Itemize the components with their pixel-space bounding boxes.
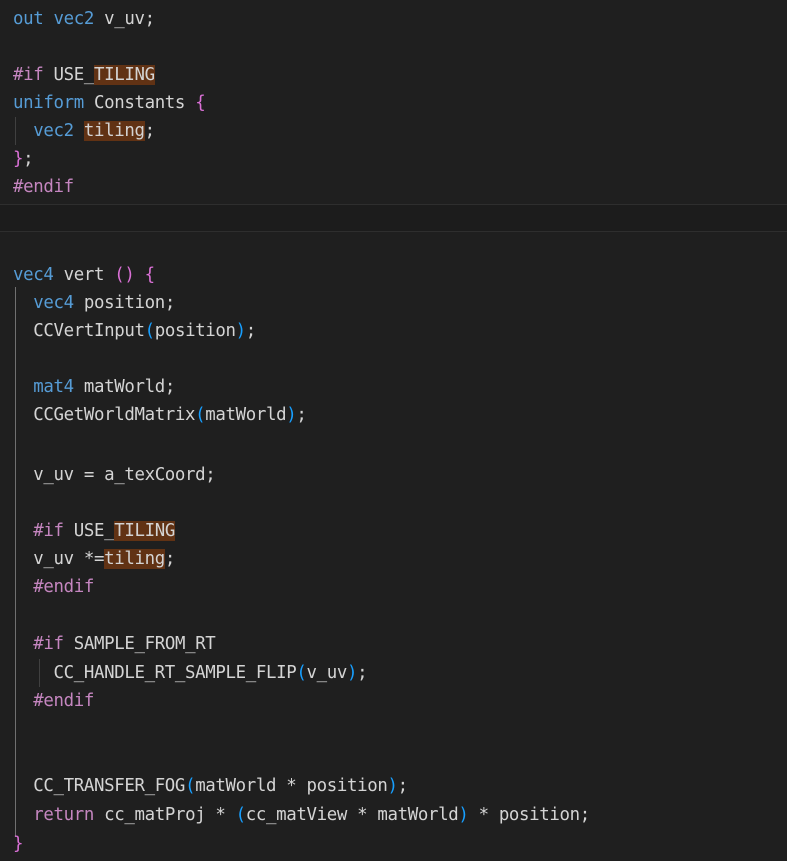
argument: position	[154, 321, 236, 341]
paren-open: (	[296, 663, 307, 683]
parens: ()	[114, 265, 135, 285]
var-v-uv: v_uv;	[104, 9, 155, 29]
argument: v_uv	[306, 663, 348, 683]
code-line-10[interactable]: vec4 position;	[13, 289, 175, 317]
type-vec2: vec2	[33, 121, 74, 141]
type-mat4: mat4	[33, 377, 74, 397]
brace-open: {	[195, 93, 206, 113]
search-highlight: tiling	[104, 549, 165, 569]
divider-bottom	[0, 231, 787, 232]
paren-close: )	[235, 321, 246, 341]
var-position: position;	[83, 293, 175, 313]
semicolon: ;	[245, 321, 256, 341]
code-line-5[interactable]: vec2 tiling;	[13, 117, 155, 145]
keyword-out: out	[13, 9, 44, 29]
semicolon: ;	[296, 405, 307, 425]
directive-endif: #endif	[33, 691, 94, 711]
code-line-23[interactable]: CC_HANDLE_RT_SAMPLE_FLIP(v_uv);	[13, 659, 367, 687]
directive-if: #if	[33, 521, 64, 541]
call-cc-transfer-fog: CC_TRANSFER_FOG	[33, 776, 186, 796]
code-line-18[interactable]: #if USE_TILING	[13, 517, 175, 545]
keyword-uniform: uniform	[13, 93, 84, 113]
code-line-7[interactable]: #endif	[13, 173, 74, 201]
expression-inner: cc_matView * matWorld	[245, 805, 459, 825]
keyword-return: return	[33, 805, 94, 825]
code-line-1[interactable]: out vec2 v_uv;	[13, 5, 155, 33]
brace-close: }	[13, 149, 24, 169]
semicolon: ;	[357, 663, 368, 683]
search-highlight: TILING	[114, 521, 175, 541]
paren-close: )	[387, 776, 398, 796]
search-highlight: TILING	[93, 65, 155, 85]
code-line-6[interactable]: };	[13, 145, 34, 173]
call-ccvertinput: CCVertInput	[33, 321, 145, 341]
search-highlight: tiling	[83, 121, 145, 141]
semicolon: ;	[397, 776, 408, 796]
call-ccgetworldmatrix: CCGetWorldMatrix	[33, 405, 196, 425]
code-line-11[interactable]: CCVertInput(position);	[13, 317, 256, 345]
code-line-29[interactable]: }	[13, 830, 23, 858]
function-name: vert	[63, 265, 105, 285]
code-line-22[interactable]: #if SAMPLE_FROM_RT	[13, 630, 216, 658]
code-editor[interactable]: out vec2 v_uv; #if USE_TILING uniform Co…	[0, 0, 787, 861]
paren-open: (	[235, 805, 246, 825]
semicolon: ;	[23, 149, 34, 169]
type-vec4: vec4	[33, 293, 74, 313]
type-vec2: vec2	[53, 9, 95, 29]
directive-if: #if	[33, 634, 64, 654]
call-cc-handle-rt-sample-flip: CC_HANDLE_RT_SAMPLE_FLIP	[53, 663, 297, 683]
code-line-19[interactable]: v_uv *=tiling;	[13, 545, 175, 573]
code-line-9[interactable]: vec4 vert () {	[13, 261, 155, 289]
paren-close: )	[286, 405, 297, 425]
paren-open: (	[144, 321, 155, 341]
directive-endif: #endif	[33, 577, 94, 597]
code-line-16[interactable]: v_uv = a_texCoord;	[13, 461, 216, 489]
paren-close: )	[458, 805, 469, 825]
macro-name: SAMPLE_FROM_RT	[73, 634, 216, 654]
expression-right: * position;	[468, 805, 591, 825]
var-matworld: matWorld;	[83, 377, 175, 397]
divider-top	[0, 204, 787, 205]
brace-open: {	[144, 265, 155, 285]
directive-endif: #endif	[13, 177, 74, 197]
code-line-3[interactable]: #if USE_TILING	[13, 61, 155, 89]
expression-left: cc_matProj *	[104, 805, 236, 825]
assignment: v_uv = a_texCoord;	[33, 465, 216, 485]
macro-prefix: USE_	[73, 521, 115, 541]
code-line-24[interactable]: #endif	[13, 687, 94, 715]
block-name: Constants	[93, 93, 186, 113]
code-line-28[interactable]: return cc_matProj * (cc_matView * matWor…	[13, 801, 590, 829]
code-line-27[interactable]: CC_TRANSFER_FOG(matWorld * position);	[13, 772, 408, 800]
code-line-14[interactable]: CCGetWorldMatrix(matWorld);	[13, 401, 307, 429]
multiply-assign: v_uv *=	[33, 549, 105, 569]
brace-close: }	[13, 834, 24, 854]
semicolon: ;	[144, 121, 155, 141]
sticky-scroll-separator	[0, 204, 787, 231]
argument: matWorld	[205, 405, 287, 425]
type-vec4: vec4	[13, 265, 54, 285]
code-line-4[interactable]: uniform Constants {	[13, 89, 206, 117]
paren-open: (	[185, 776, 196, 796]
code-line-13[interactable]: mat4 matWorld;	[13, 373, 175, 401]
semicolon: ;	[164, 549, 175, 569]
directive-if: #if	[13, 65, 44, 85]
paren-close: )	[346, 663, 358, 683]
argument: matWorld * position	[195, 776, 388, 796]
paren-open: (	[195, 405, 206, 425]
code-line-20[interactable]: #endif	[13, 573, 94, 601]
macro-prefix: USE_	[53, 65, 95, 85]
